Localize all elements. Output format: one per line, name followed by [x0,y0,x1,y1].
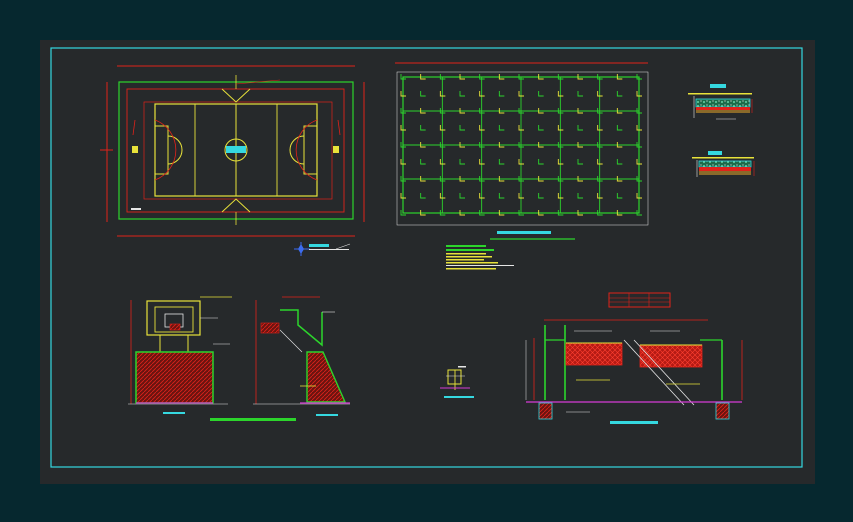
cad-drawing-canvas [40,40,815,484]
